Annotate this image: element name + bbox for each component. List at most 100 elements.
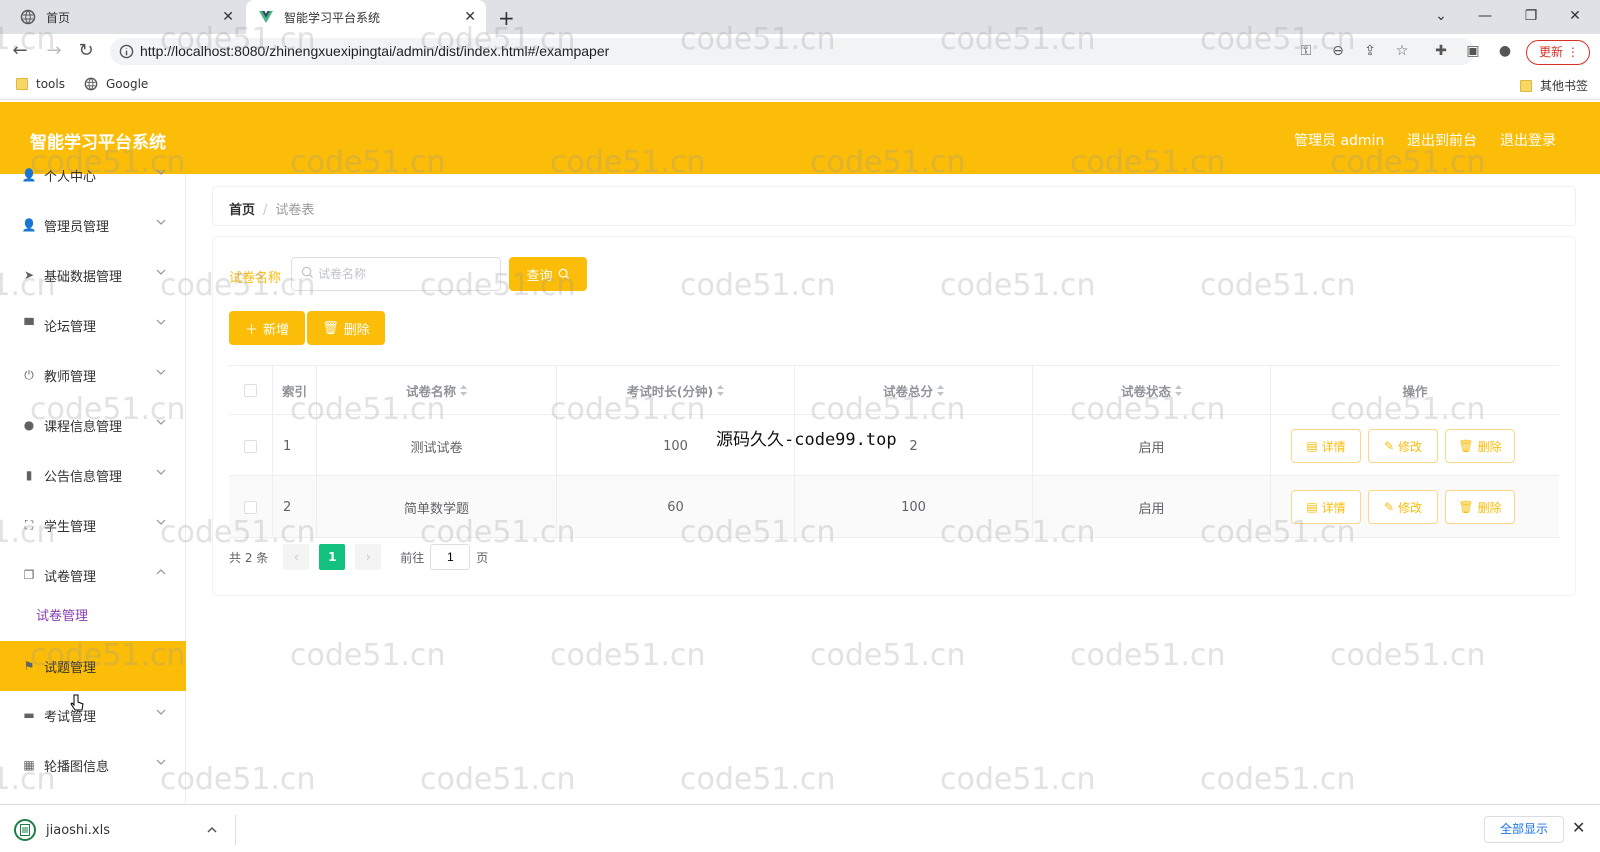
download-item[interactable]: jiaoshi.xls	[14, 815, 236, 845]
bookmark-other[interactable]: 其他书签	[1520, 77, 1588, 94]
chevron-down-icon	[156, 169, 166, 175]
sidebar-item-exam[interactable]: ▬ 考试管理	[0, 690, 186, 740]
reload-icon[interactable]: ↻	[76, 41, 96, 61]
omnibox[interactable]: http://localhost:8080/zhinengxuexipingta…	[110, 38, 1475, 65]
sort-icon[interactable]	[717, 384, 725, 396]
detail-label: 详情	[1321, 439, 1346, 454]
breadcrumb-separator: /	[263, 203, 268, 218]
checkbox[interactable]	[244, 439, 257, 453]
query-button[interactable]: 查询	[509, 257, 587, 291]
edit-icon: ✎	[1383, 439, 1395, 453]
tab-active[interactable]: 智能学习平台系统 ✕	[246, 0, 486, 34]
update-button[interactable]: 更新 ⋮	[1526, 40, 1590, 65]
share-icon[interactable]: ⇪	[1361, 42, 1379, 60]
flag-icon: ⚑	[23, 659, 35, 673]
sidebar-item-label: 论坛管理	[44, 319, 97, 335]
chevron-down-icon	[156, 469, 166, 475]
globe-icon	[20, 9, 36, 25]
checkbox[interactable]	[244, 383, 257, 397]
sidebar-item-question[interactable]: ⚑ 试题管理	[0, 641, 186, 691]
edit-button[interactable]: ✎ 修改	[1368, 490, 1438, 524]
add-button[interactable]: ＋ 新增	[229, 311, 305, 345]
detail-button[interactable]: ▤ 详情	[1291, 490, 1361, 524]
new-tab-button[interactable]: +	[498, 6, 515, 30]
current-user: 管理员 admin	[1294, 133, 1385, 149]
header-actions: 操作	[1271, 366, 1559, 414]
close-tab-icon[interactable]: ✕	[464, 9, 476, 25]
sidebar-item-forum[interactable]: ▀ 论坛管理	[0, 300, 186, 350]
sidebar-item-student[interactable]: ⛶ 学生管理	[0, 500, 186, 550]
sort-icon[interactable]	[1175, 384, 1182, 396]
breadcrumb-home[interactable]: 首页	[229, 203, 255, 218]
header-duration[interactable]: 考试时长(分钟)	[557, 366, 795, 414]
page-number[interactable]: 1	[319, 544, 346, 570]
tab-search-icon[interactable]: ⌄	[1426, 4, 1456, 28]
sidebar-item-admin[interactable]: 👤 管理员管理	[0, 200, 186, 250]
url-text: http://localhost:8080/zhinengxuexipingta…	[140, 43, 610, 59]
sidebar-item-carousel[interactable]: ▦ 轮播图信息	[0, 740, 186, 790]
profile-icon[interactable]: ●	[1496, 42, 1514, 60]
sidebar-item-base-data[interactable]: ➤ 基础数据管理	[0, 250, 186, 300]
cell-name: 简单数学题	[317, 476, 557, 538]
show-all-button[interactable]: 全部显示	[1484, 816, 1564, 843]
sidebar-item-label: 个人中心	[44, 169, 97, 185]
row-select[interactable]	[229, 415, 273, 477]
detail-label: 详情	[1321, 500, 1346, 515]
user-icon: 👤	[21, 168, 37, 182]
star-icon[interactable]: ☆	[1393, 42, 1411, 60]
prev-page-icon[interactable]: ‹	[283, 544, 310, 570]
extensions-icon[interactable]: ✚	[1432, 42, 1450, 60]
edit-button[interactable]: ✎ 修改	[1368, 429, 1438, 463]
update-label: 更新	[1539, 45, 1564, 59]
watermark-text: code51.cn	[810, 638, 966, 673]
bookmarks-bar: tools Google 其他书签	[0, 68, 1600, 100]
checkbox[interactable]	[244, 500, 257, 514]
zoom-icon[interactable]: ⊖	[1329, 42, 1347, 60]
bookmark-tools[interactable]: tools	[16, 77, 65, 91]
row-select[interactable]	[229, 476, 273, 538]
header-score[interactable]: 试卷总分	[795, 366, 1033, 414]
logout-link[interactable]: 退出登录	[1500, 130, 1556, 150]
goto-page-input[interactable]	[430, 544, 471, 570]
close-window-icon[interactable]: ✕	[1560, 4, 1590, 28]
forward-icon[interactable]: →	[44, 41, 64, 61]
delete-button[interactable]: 🗑 删除	[1445, 429, 1515, 463]
close-download-bar-icon[interactable]: ✕	[1572, 818, 1585, 837]
chevron-down-icon	[156, 269, 166, 275]
info-icon[interactable]	[119, 44, 134, 59]
key-icon[interactable]: ⚿	[1297, 42, 1315, 60]
batch-delete-button[interactable]: 🗑 删除	[307, 311, 385, 345]
next-page-icon[interactable]: ›	[355, 544, 382, 570]
detail-button[interactable]: ▤ 详情	[1291, 429, 1361, 463]
bookmark-google[interactable]: Google	[84, 77, 148, 91]
sidebar-item-teacher[interactable]: ⏻ 教师管理	[0, 350, 186, 400]
back-icon[interactable]: ←	[10, 41, 30, 61]
sidebar-item-label: 试题管理	[44, 660, 97, 676]
chevron-up-icon[interactable]	[207, 825, 217, 835]
delete-button[interactable]: 🗑 删除	[1445, 490, 1515, 524]
close-tab-icon[interactable]: ✕	[222, 9, 234, 25]
search-input[interactable]	[291, 257, 501, 291]
sort-icon[interactable]	[937, 384, 944, 396]
header-status[interactable]: 试卷状态	[1033, 366, 1271, 414]
sidebar-item-course[interactable]: ● 课程信息管理	[0, 400, 186, 450]
tab-home[interactable]: 首页 ✕	[8, 0, 244, 34]
sidebar-item-notice[interactable]: ▮ 公告信息管理	[0, 450, 186, 500]
breadcrumb-current: 试卷表	[275, 203, 315, 218]
cell-status: 启用	[1033, 415, 1271, 477]
tab-title: 首页	[46, 10, 71, 25]
header-select-all[interactable]	[229, 366, 273, 414]
search-label: 试卷名称	[229, 271, 282, 286]
maximize-icon[interactable]: ❐	[1516, 4, 1546, 28]
back-to-front-link[interactable]: 退出到前台	[1407, 130, 1477, 150]
expand-icon: ⛶	[24, 517, 34, 532]
side-panel-icon[interactable]: ▣	[1464, 42, 1482, 60]
header-name[interactable]: 试卷名称	[317, 366, 557, 414]
sidebar-subitem-exampaper[interactable]: 试卷管理	[0, 592, 186, 642]
sidebar-item-profile[interactable]: 👤 个人中心	[0, 150, 186, 200]
cell-name: 测试试卷	[317, 415, 557, 477]
document-icon: ▤	[1306, 500, 1318, 514]
sort-icon[interactable]	[460, 384, 467, 396]
minimize-icon[interactable]: —	[1470, 4, 1500, 28]
pagination: 共 2 条 ‹ 1 › 前往 页	[229, 543, 488, 571]
